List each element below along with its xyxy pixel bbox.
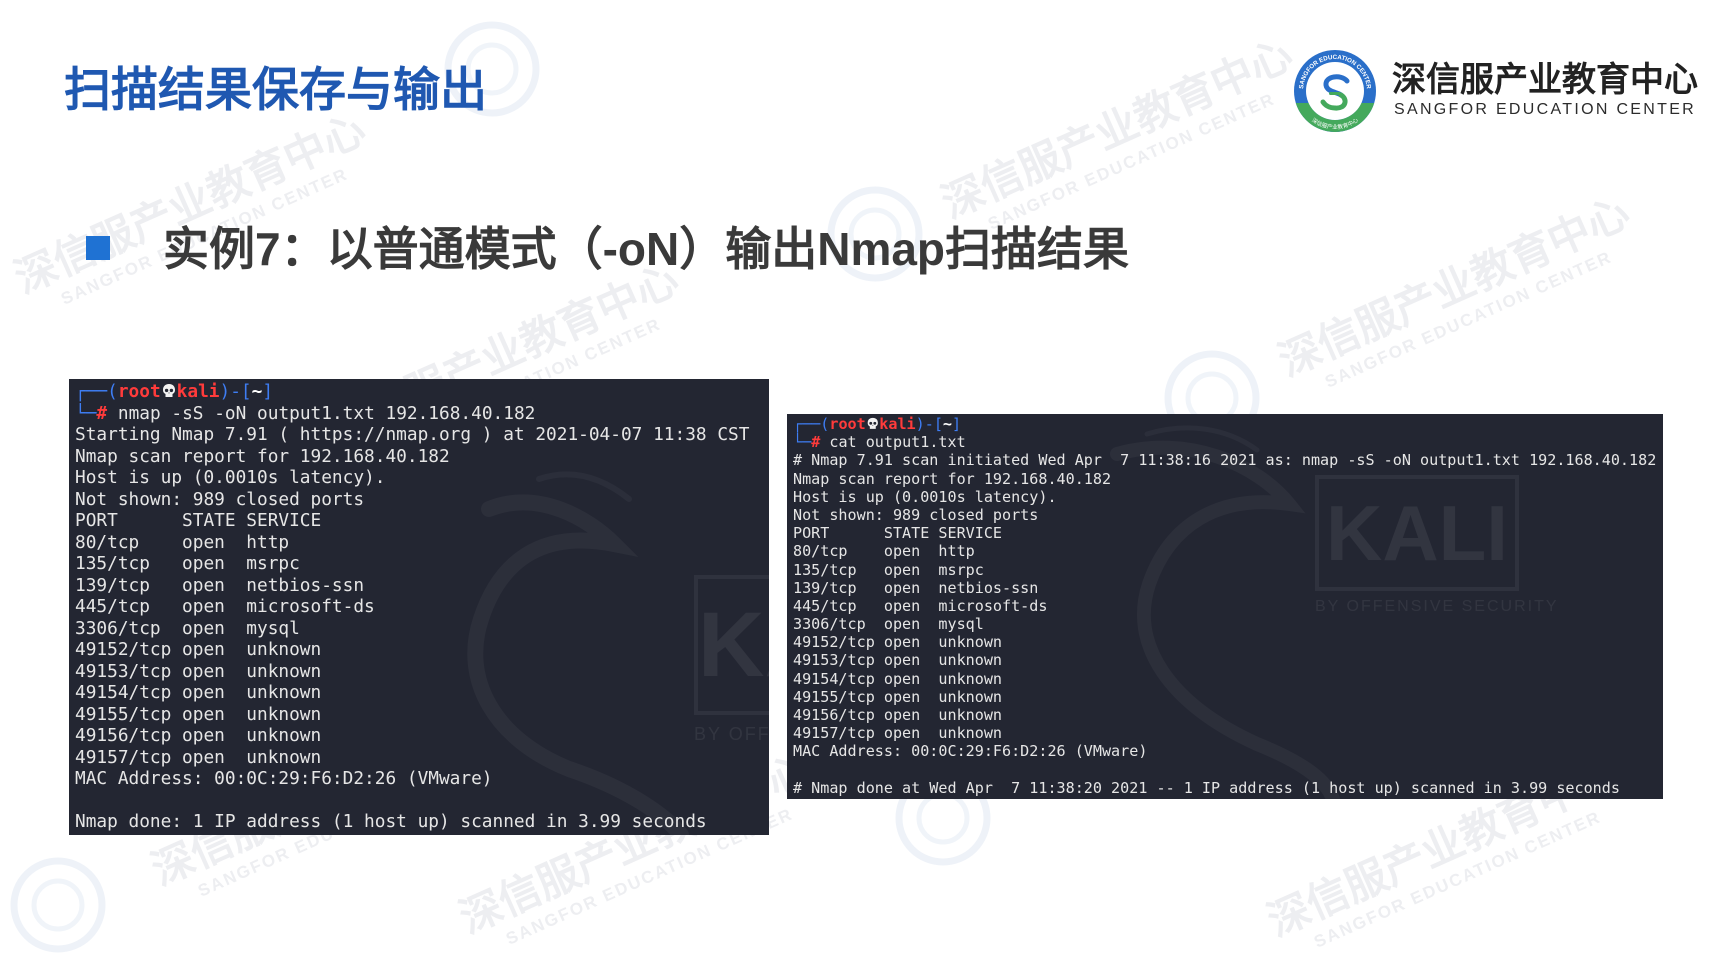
terminal-output: ┌──(root kali)-[~] └─# nmap -sS -oN outpu… (69, 379, 769, 833)
terminal-output-line: MAC Address: 00:0C:29:F6:D2:26 (VMware) (75, 768, 493, 789)
slide-subtitle: 实例7：以普通模式（-oN）输出Nmap扫描结果 (163, 223, 1130, 275)
terminal-output-line: 49154/tcp open unknown (793, 669, 1003, 688)
watermark: 深信服产业教育中心SANGFOR EDUCATION CENTER (1271, 188, 1647, 408)
skull-icon (867, 418, 878, 430)
terminal-output-line: Starting Nmap 7.91 ( https://nmap.org ) … (75, 424, 750, 445)
terminal-output-line: Not shown: 989 closed ports (793, 505, 1039, 524)
slide: 深信服产业教育中心 SANGFOR EDUCATION CENTER 深信服产业教… (0, 0, 1733, 975)
terminal-output-line: Host is up (0.0010s latency). (793, 487, 1057, 506)
terminal-output-line: Host is up (0.0010s latency). (75, 467, 386, 488)
terminal-output-line: 445/tcp open microsoft-ds (793, 596, 1048, 615)
prompt-frame: ┌──( (75, 381, 118, 402)
terminal-output-line: 445/tcp open microsoft-ds (75, 596, 375, 617)
terminal-output-line: 49156/tcp open unknown (75, 725, 322, 746)
prompt-dir: ~ (251, 381, 263, 402)
terminal-output-line: 49154/tcp open unknown (75, 682, 322, 703)
terminal-output-line: 135/tcp open msrpc (793, 560, 984, 579)
sangfor-education-badge-icon: SANGFOR EDUCATION CENTER 深信服产业教育中心 (1294, 50, 1376, 132)
terminal-output: ┌──(root kali)-[~] └─# cat output1.txt # … (787, 414, 1663, 797)
prompt-frame: ] (952, 415, 962, 433)
prompt-host: kali (176, 381, 220, 402)
prompt-symbol: # (96, 402, 108, 424)
terminal-output-line: # Nmap done at Wed Apr 7 11:38:20 2021 -… (793, 778, 1620, 797)
terminal-output-line: 135/tcp open msrpc (75, 553, 300, 574)
terminal-output-line: 49153/tcp open unknown (75, 660, 322, 682)
terminal-output-line: Not shown: 989 closed ports (75, 488, 365, 510)
command-line: └─# nmap -sS -oN output1.txt 192.168.40.… (69, 403, 769, 425)
terminal-output-line: 49156/tcp open unknown (793, 706, 1003, 724)
terminal-output-line: PORT STATE SERVICE (793, 524, 1003, 543)
prompt-host: kali (879, 415, 916, 433)
command-text: nmap -sS -oN output1.txt 192.168.40.182 (117, 402, 536, 424)
terminal-output-line: 80/tcp open http (793, 542, 975, 561)
watermark: 深信服产业教育中心SANGFOR EDUCATION CENTER (934, 30, 1310, 250)
terminal-output-line: PORT STATE SERVICE (75, 510, 322, 531)
terminal-output-line: MAC Address: 00:0C:29:F6:D2:26 (VMware) (793, 742, 1148, 761)
terminal-output-line: 49153/tcp open unknown (793, 651, 1003, 670)
terminal-output-line: 49152/tcp open unknown (75, 639, 322, 660)
terminal-output-line: 80/tcp open http (75, 531, 290, 553)
prompt-user: root (829, 415, 866, 433)
terminal-output-line: 49157/tcp open unknown (793, 724, 1003, 743)
terminal-output-line: 3306/tcp open mysql (75, 617, 300, 639)
brand-name-en: SANGFOR EDUCATION CENTER (1394, 101, 1697, 118)
prompt-frame: )-[ (915, 415, 943, 433)
terminal-output-line: 49155/tcp open unknown (793, 687, 1003, 706)
terminal-output-line: 49155/tcp open unknown (75, 703, 322, 725)
terminal-output-line: 139/tcp open netbios-ssn (75, 574, 365, 596)
prompt-frame: └─ (75, 402, 97, 424)
terminal-output-line: Nmap scan report for 192.168.40.182 (75, 445, 450, 467)
brand-name-cn: 深信服产业教育中心 (1392, 61, 1698, 99)
skull-icon (162, 384, 175, 398)
terminal-output-line: Nmap done: 1 IP address (1 host up) scan… (75, 811, 707, 832)
prompt-dir: ~ (942, 415, 953, 433)
command-line: └─# cat output1.txt (787, 433, 1663, 451)
terminal-output-line: 49157/tcp open unknown (75, 746, 322, 768)
terminal-output-line: # Nmap 7.91 scan initiated Wed Apr 7 11:… (793, 451, 1657, 470)
terminal-output-line: 3306/tcp open mysql (793, 615, 984, 634)
watermark: 深信服产业教育中心SANGFOR EDUCATION CENTER (7, 105, 383, 325)
prompt-line: ┌──(root kali)-[~] (787, 415, 1663, 433)
prompt-user: root (117, 381, 161, 402)
watermark-text-cn: 深信服产业教育中心 (1271, 188, 1637, 385)
slide-title: 扫描结果保存与输出 (64, 63, 487, 116)
prompt-frame: )-[ (219, 381, 252, 402)
prompt-line: ┌──(root kali)-[~] (69, 381, 769, 403)
watermark-text-cn: 深信服产业教育中心 (934, 30, 1300, 227)
terminal-output-line: 139/tcp open netbios-ssn (793, 578, 1039, 597)
terminal-window-cat: KALI BY OFFENSIVE SECURITY ┌──(root kali)… (787, 414, 1663, 799)
prompt-frame: ] (262, 381, 274, 402)
prompt-frame: └─ (793, 433, 812, 452)
prompt-symbol: # (811, 433, 821, 452)
terminal-window-scan: KALI BY OFFENSIVE SECURITY ┌──(rootkali)… (69, 379, 769, 835)
terminal-output-line: 49152/tcp open unknown (793, 633, 1003, 652)
terminal-output-line: Nmap scan report for 192.168.40.182 (793, 469, 1112, 488)
square-bullet-icon (86, 236, 110, 260)
command-text: cat output1.txt (829, 433, 966, 452)
watermark-seal (10, 857, 106, 953)
prompt-frame: ┌──( (793, 415, 830, 433)
